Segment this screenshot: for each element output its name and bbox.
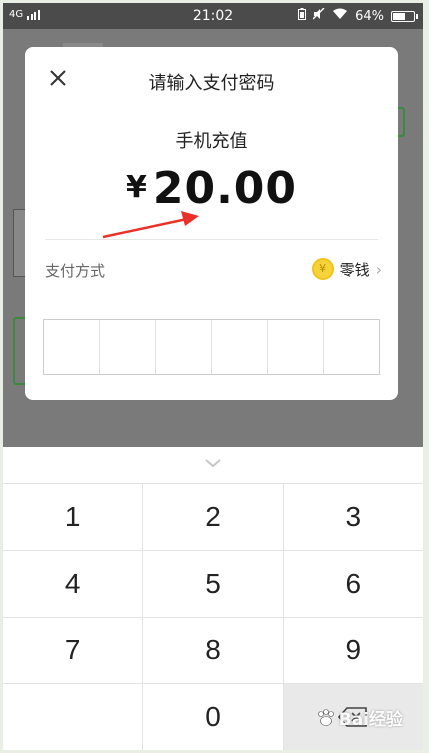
key-2[interactable]: 2 bbox=[143, 484, 283, 550]
coin-icon: ¥ bbox=[311, 258, 334, 280]
watermark: Bai经验 bbox=[315, 705, 403, 730]
battery-saver-icon bbox=[298, 8, 307, 24]
mute-icon bbox=[312, 7, 325, 24]
chevron-right-icon: › bbox=[375, 259, 382, 279]
password-input[interactable] bbox=[43, 319, 380, 375]
battery-percent: 64% bbox=[355, 8, 384, 24]
payment-amount: ¥20.00 bbox=[25, 163, 398, 214]
password-cell bbox=[156, 320, 212, 374]
payment-method-label: 支付方式 bbox=[45, 262, 106, 280]
password-cell bbox=[212, 320, 268, 374]
payment-method-selector[interactable]: ¥ 零钱 › bbox=[311, 258, 382, 280]
key-3[interactable]: 3 bbox=[283, 484, 423, 550]
dialog-title: 请输入支付密码 bbox=[148, 73, 275, 94]
password-cell bbox=[268, 320, 324, 374]
battery-icon bbox=[391, 10, 418, 22]
phone-screen: 4G 21:02 64% 请输入支付密码 手机充值 ¥ 20.00 支付方式 ¥… bbox=[3, 3, 423, 750]
keypad-header bbox=[3, 447, 423, 483]
key-4[interactable]: 4 bbox=[3, 550, 143, 617]
key-5[interactable]: 5 bbox=[143, 550, 283, 617]
payment-password-dialog: 请输入支付密码 手机充值 ¥20.00 支付方式 ¥ 零钱 › bbox=[25, 47, 398, 400]
keypad-blank bbox=[3, 684, 143, 750]
key-8[interactable]: 8 bbox=[143, 617, 283, 684]
divider bbox=[45, 239, 378, 240]
payment-method-value: 零钱 bbox=[339, 260, 370, 279]
key-6[interactable]: 6 bbox=[283, 550, 423, 617]
wifi-icon bbox=[332, 8, 348, 24]
currency-symbol: ¥ bbox=[125, 170, 147, 205]
key-0[interactable]: 0 bbox=[143, 684, 283, 750]
key-7[interactable]: 7 bbox=[3, 617, 143, 684]
password-cell bbox=[44, 320, 100, 374]
annotation-arrow bbox=[102, 211, 199, 239]
amount-value: 20.00 bbox=[152, 163, 298, 214]
chevron-down-icon[interactable] bbox=[203, 455, 223, 469]
password-cell bbox=[100, 320, 156, 374]
product-name: 手机充值 bbox=[175, 131, 248, 152]
password-cell bbox=[324, 320, 379, 374]
key-1[interactable]: 1 bbox=[3, 484, 143, 550]
watermark-text: Bai经验 bbox=[338, 710, 403, 730]
status-bar: 4G 21:02 64% bbox=[3, 3, 423, 29]
key-9[interactable]: 9 bbox=[283, 617, 423, 684]
paw-icon bbox=[317, 708, 334, 726]
